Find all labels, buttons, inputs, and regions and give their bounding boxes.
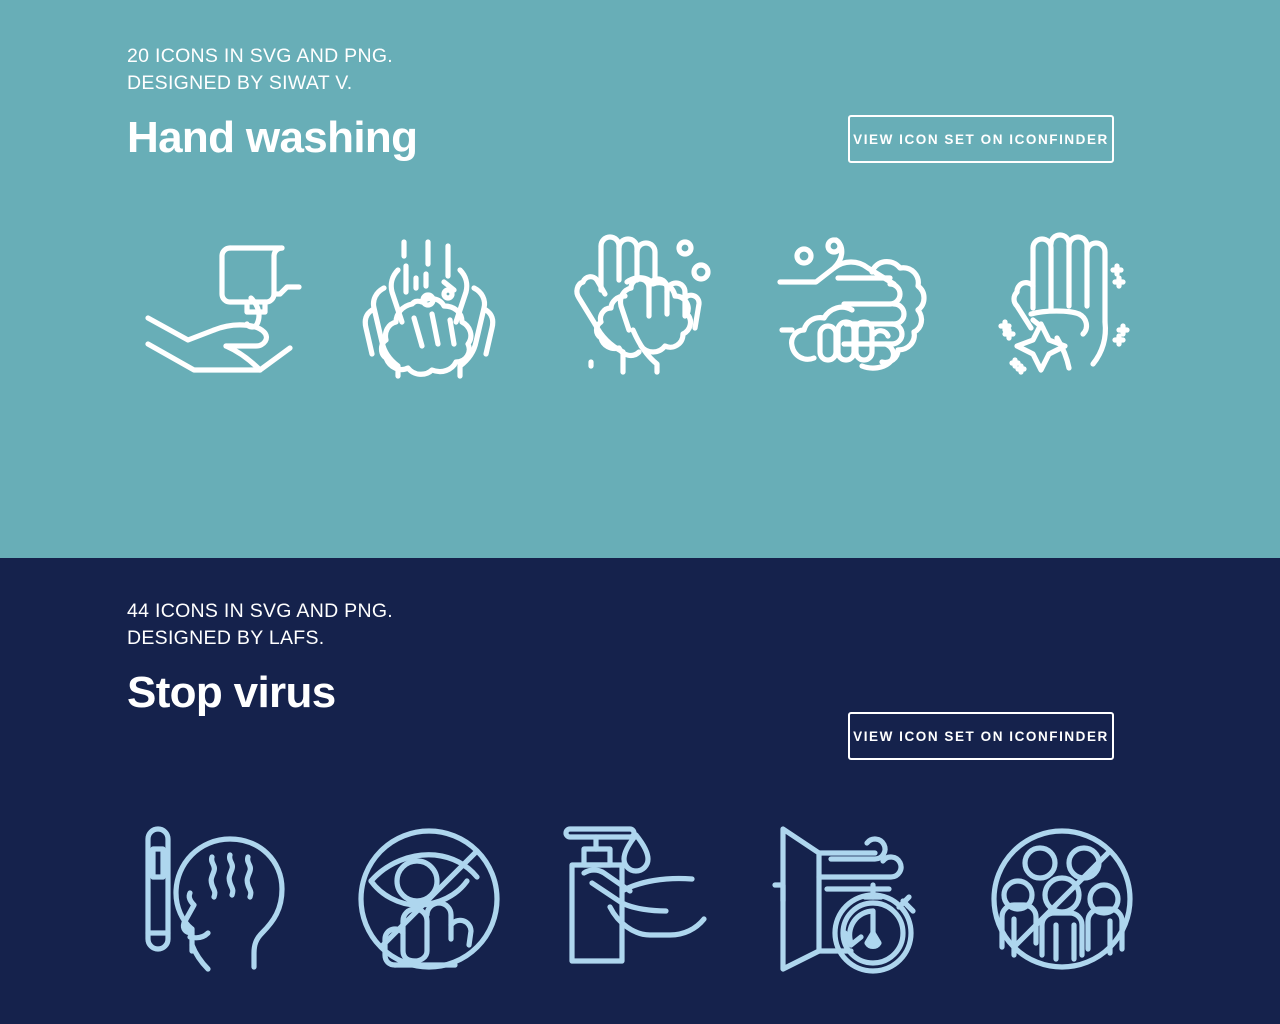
stop-virus-meta-line-1: 44 ICONS IN SVG AND PNG. [127, 600, 394, 622]
wall-soap-dispenser-with-hand-icon [144, 244, 302, 373]
stop-virus-icon-row [0, 816, 1280, 981]
clean-sparkling-hand-icon [997, 231, 1130, 375]
icon-cell-thermometer-fever-head[interactable] [112, 816, 323, 981]
cupped-hands-with-water-and-foam-icon [362, 238, 495, 379]
section-stop-virus: 44 ICONS IN SVG AND PNG. DESIGNED BY LAF… [0, 558, 1280, 1024]
thermometer-fever-head-icon [144, 825, 285, 972]
stop-virus-meta-line-2: DESIGNED BY LAFS. [127, 627, 325, 649]
icon-cell-soap-pump-bottle-hand[interactable] [534, 816, 745, 981]
hand-washing-meta-line-2: DESIGNED BY SIWAT V. [127, 72, 353, 94]
icon-cell-ventilate-room-timer[interactable] [745, 816, 956, 981]
icon-cell-interlaced-fingers[interactable] [745, 218, 956, 383]
soap-pump-bottle-hand-icon [562, 825, 707, 964]
icon-cell-avoid-crowds[interactable] [956, 816, 1167, 981]
icon-cell-clean-sparkling-hand[interactable] [956, 218, 1167, 383]
section-hand-washing: 20 ICONS IN SVG AND PNG. DESIGNED BY SIW… [0, 0, 1280, 558]
icon-cell-wall-soap-dispenser[interactable] [112, 218, 323, 383]
hand-washing-meta-line-1: 20 ICONS IN SVG AND PNG. [127, 45, 394, 67]
icon-cell-do-not-touch-eyes[interactable] [323, 816, 534, 981]
icon-cell-cupped-hands-water[interactable] [323, 218, 534, 383]
view-icon-set-on-iconfinder-button-stop-virus[interactable]: VIEW ICON SET ON ICONFINDER [848, 712, 1114, 760]
view-icon-set-on-iconfinder-button-hand-washing[interactable]: VIEW ICON SET ON ICONFINDER [848, 115, 1114, 163]
icon-cell-palm-to-palm[interactable] [534, 218, 745, 383]
avoid-crowds-icon [990, 827, 1133, 970]
stop-virus-header: 44 ICONS IN SVG AND PNG. DESIGNED BY LAF… [127, 598, 1127, 720]
ventilate-room-timer-icon [771, 825, 916, 974]
do-not-touch-eyes-icon [357, 827, 500, 970]
interlaced-fingers-washing-icon [776, 236, 927, 371]
hand-washing-icon-row [0, 218, 1280, 383]
palm-to-palm-washing-with-foam-icon [573, 233, 711, 375]
